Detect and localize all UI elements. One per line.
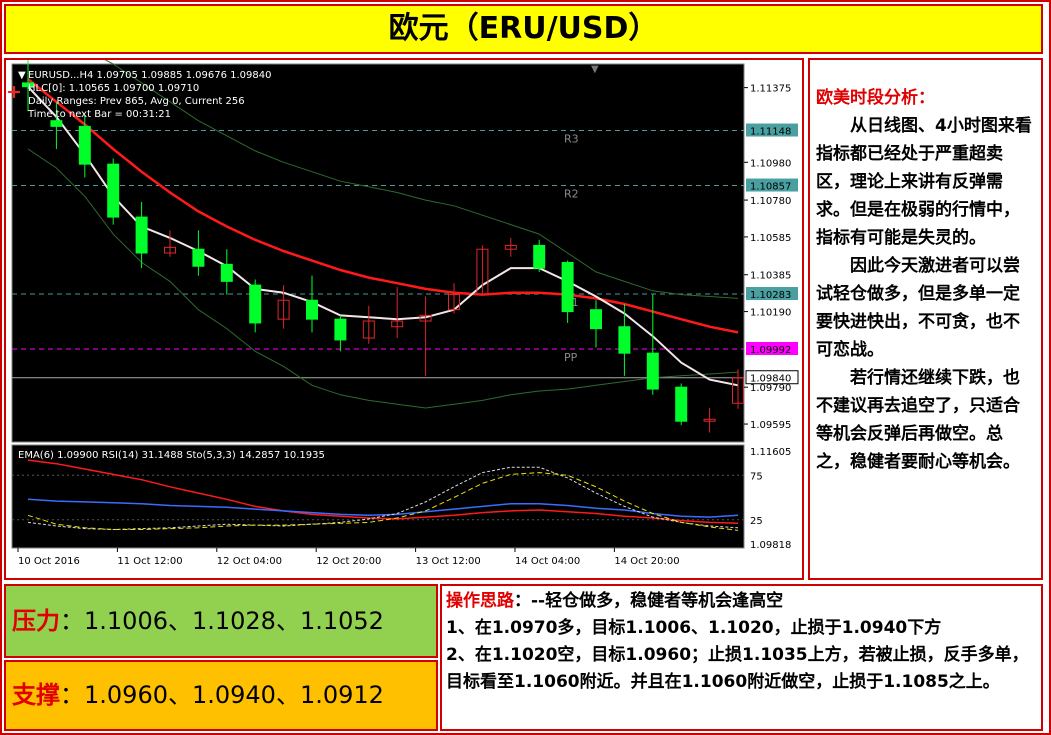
pressure-label: 压力 [12, 607, 60, 635]
sub-tick-label: 25 [750, 516, 763, 527]
chart-shift-icon: ▼ [591, 64, 599, 75]
pivot-price-label-r1: 1.10283 [750, 290, 791, 301]
x-tick-label: 12 Oct 04:00 [217, 556, 282, 567]
candle-body [334, 318, 347, 341]
operation-line: 1、在1.0970多，目标1.1006、1.1020，止损于1.0940下方 [446, 618, 942, 638]
pivot-name-r3: R3 [564, 133, 579, 146]
x-tick-label: 13 Oct 12:00 [416, 556, 481, 567]
y-tick-label: 1.10980 [750, 158, 791, 169]
sub-info-text: EMA(6) 1.09900 RSI(14) 31.1488 Sto(5,3,3… [18, 450, 325, 461]
y-tick-label: 1.10385 [750, 271, 791, 282]
sub-tick-label: 1.11605 [750, 447, 791, 458]
candle-body [249, 284, 262, 324]
candle-body [306, 299, 318, 320]
operation-heading: 操作思路 [446, 591, 514, 611]
analysis-paragraph: 若行情还继续下跌，也不建议再去追空了，只适合等机会反弹后再做空。总之，稳健者要耐… [816, 368, 1020, 472]
sub-tick-label: 1.09818 [750, 540, 791, 551]
analysis-heading: 欧美时段分析： [816, 88, 935, 108]
operation-panel: 操作思路：--轻仓做多，稳健者等机会逢高空 1、在1.0970多，目标1.100… [440, 584, 1043, 731]
y-tick-label: 1.09595 [750, 420, 791, 431]
y-tick-label: 1.10190 [750, 308, 791, 319]
candle-body [192, 248, 205, 267]
support-sep: ： [60, 681, 84, 709]
operation-heading-line: 操作思路：--轻仓做多，稳健者等机会逢高空 [446, 588, 1037, 615]
candle-body [107, 163, 120, 218]
candle-body [220, 263, 233, 282]
support-values: 1.0960、1.0940、1.0912 [84, 681, 384, 709]
price-chart: R31.11148R21.10857R11.10283PP1.099921.09… [6, 33, 802, 578]
y-tick-label: 1.09790 [750, 383, 791, 394]
pivot-name-r2: R2 [564, 188, 579, 201]
main-plot-bg [11, 63, 745, 443]
candle-body [646, 352, 659, 390]
chart-info-line: EURUSD...H4 1.09705 1.09885 1.09676 1.09… [28, 70, 272, 81]
analysis-panel: 欧美时段分析： 从日线图、4小时图来看指标都已经处于严重超卖区，理论上来讲有反弹… [808, 58, 1043, 580]
candle-body [590, 309, 602, 330]
pressure-values: 1.1006、1.1028、1.1052 [84, 607, 384, 635]
chart-menu-icon: ▼ [18, 70, 26, 81]
pressure-box: 压力：1.1006、1.1028、1.1052 [4, 584, 438, 658]
pivot-name-pp: PP [564, 351, 578, 364]
x-tick-label: 11 Oct 12:00 [117, 556, 182, 567]
candle-body [533, 244, 546, 269]
operation-heading-rest: ：--轻仓做多，稳健者等机会逢高空 [514, 591, 784, 611]
analysis-paragraph: 从日线图、4小时图来看指标都已经处于严重超卖区，理论上来讲有反弹需求。但是在极弱… [816, 116, 1032, 248]
candle-body [561, 261, 574, 313]
candle-body [675, 386, 688, 422]
operation-line: 2、在1.1020空，目标1.0960；止损1.1035上方，若被止损，反手多单… [446, 645, 1029, 692]
y-tick-label: 1.10780 [750, 196, 791, 207]
sub-tick-label: 75 [750, 471, 763, 482]
y-tick-label: 1.10585 [750, 233, 791, 244]
pressure-sep: ： [60, 607, 84, 635]
chart-info-line: Time to next Bar = 00:31:21 [27, 109, 171, 120]
support-label: 支撑 [12, 681, 60, 709]
pivot-price-label-r3: 1.11148 [750, 127, 791, 138]
x-tick-label: 14 Oct 20:00 [614, 556, 679, 567]
pivot-price-label-r2: 1.10857 [750, 182, 791, 193]
x-tick-label: 14 Oct 04:00 [515, 556, 580, 567]
candle-body [50, 120, 63, 127]
page-title: 欧元（ERU/USD） [4, 4, 1043, 54]
x-tick-label: 12 Oct 20:00 [316, 556, 381, 567]
candle-body [618, 326, 631, 354]
chart-info-line: Daily Ranges: Prev 865, Avg 0, Current 2… [28, 96, 245, 107]
chart-panel: R31.11148R21.10857R11.10283PP1.099921.09… [4, 33, 804, 580]
pivot-price-label-pp: 1.09992 [750, 345, 791, 356]
candle-body [135, 216, 148, 254]
x-tick-label: 10 Oct 2016 [18, 556, 80, 567]
candle-body [78, 125, 91, 165]
chart-info-line: HLC[0]: 1.10565 1.09700 1.09710 [28, 83, 199, 94]
y-tick-label: 1.11375 [750, 84, 791, 95]
analysis-paragraph: 因此今天激进者可以尝试轻仓做多，但是多单一定要快进快出，不可贪，也不可恋战。 [816, 256, 1020, 360]
support-box: 支撑：1.0960、1.0940、1.0912 [4, 660, 438, 731]
